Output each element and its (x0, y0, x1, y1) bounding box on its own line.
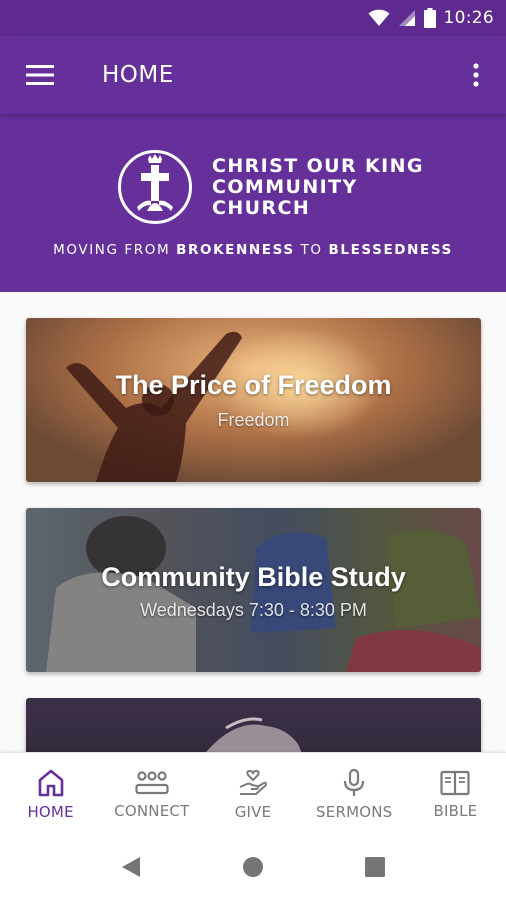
more-vert-icon (473, 63, 479, 87)
home-circle-icon (243, 857, 263, 877)
nav-label-bible: BIBLE (433, 801, 478, 820)
nav-item-give[interactable]: GIVE (202, 753, 303, 834)
nav-label-sermons: SERMONS (316, 802, 393, 821)
tagline-part-1: MOVING FROM (53, 242, 177, 258)
nav-item-sermons[interactable]: SERMONS (304, 753, 405, 834)
nav-label-home: HOME (27, 802, 74, 821)
bottom-navigation: HOME CONNECT GIVE SERMONS BIBLE (0, 752, 506, 834)
menu-button[interactable] (0, 36, 80, 114)
page-title: HOME (102, 62, 174, 88)
card-title: The Price of Freedom (115, 370, 392, 400)
church-name: CHRIST OUR KING COMMUNITY CHURCH (212, 156, 424, 219)
card-subtitle: Wednesdays 7:30 - 8:30 PM (140, 600, 367, 620)
signal-icon (398, 10, 415, 26)
church-tagline: MOVING FROM BROKENNESS TO BLESSEDNESS (0, 242, 506, 258)
nav-label-give: GIVE (234, 802, 272, 821)
feature-card-freedom[interactable]: The Price of Freedom Freedom (26, 318, 481, 482)
hamburger-icon (26, 65, 54, 85)
tagline-part-3: TO (294, 242, 329, 258)
card-subtitle: Freedom (217, 410, 290, 430)
nav-label-connect: CONNECT (114, 801, 190, 820)
recents-square-icon (365, 857, 385, 877)
home-icon (38, 769, 63, 796)
card-title: Community Bible Study (101, 562, 406, 592)
home-system-button[interactable] (233, 847, 273, 887)
tagline-part-4: BLESSEDNESS (328, 242, 453, 258)
status-time: 10:26 (443, 8, 494, 28)
status-bar: 10:26 (0, 0, 506, 36)
recents-button[interactable] (355, 847, 395, 887)
church-banner: CHRIST OUR KING COMMUNITY CHURCH MOVING … (0, 114, 506, 292)
church-name-line-3: CHURCH (212, 197, 311, 219)
back-button[interactable] (111, 847, 151, 887)
tagline-part-2: BROKENNESS (176, 242, 295, 258)
raised-arms-silhouette (66, 331, 242, 482)
nav-item-home[interactable]: HOME (0, 753, 101, 834)
system-navigation-bar (0, 834, 506, 900)
app-toolbar: HOME (0, 36, 506, 114)
feature-card-bible-study[interactable]: Community Bible Study Wednesdays 7:30 - … (26, 508, 481, 672)
people-icon (135, 770, 169, 794)
heart-hand-icon (239, 769, 267, 795)
church-name-line-1: CHRIST OUR KING (212, 155, 424, 177)
church-name-line-2: COMMUNITY (212, 176, 358, 198)
back-triangle-icon (122, 857, 140, 877)
microphone-icon (344, 768, 365, 796)
nav-item-connect[interactable]: CONNECT (101, 753, 202, 834)
book-icon (440, 770, 471, 795)
church-logo-icon (118, 150, 192, 224)
overflow-menu-button[interactable] (446, 36, 506, 114)
wifi-icon (368, 9, 389, 26)
nav-item-bible[interactable]: BIBLE (405, 753, 506, 834)
battery-icon (423, 8, 436, 28)
